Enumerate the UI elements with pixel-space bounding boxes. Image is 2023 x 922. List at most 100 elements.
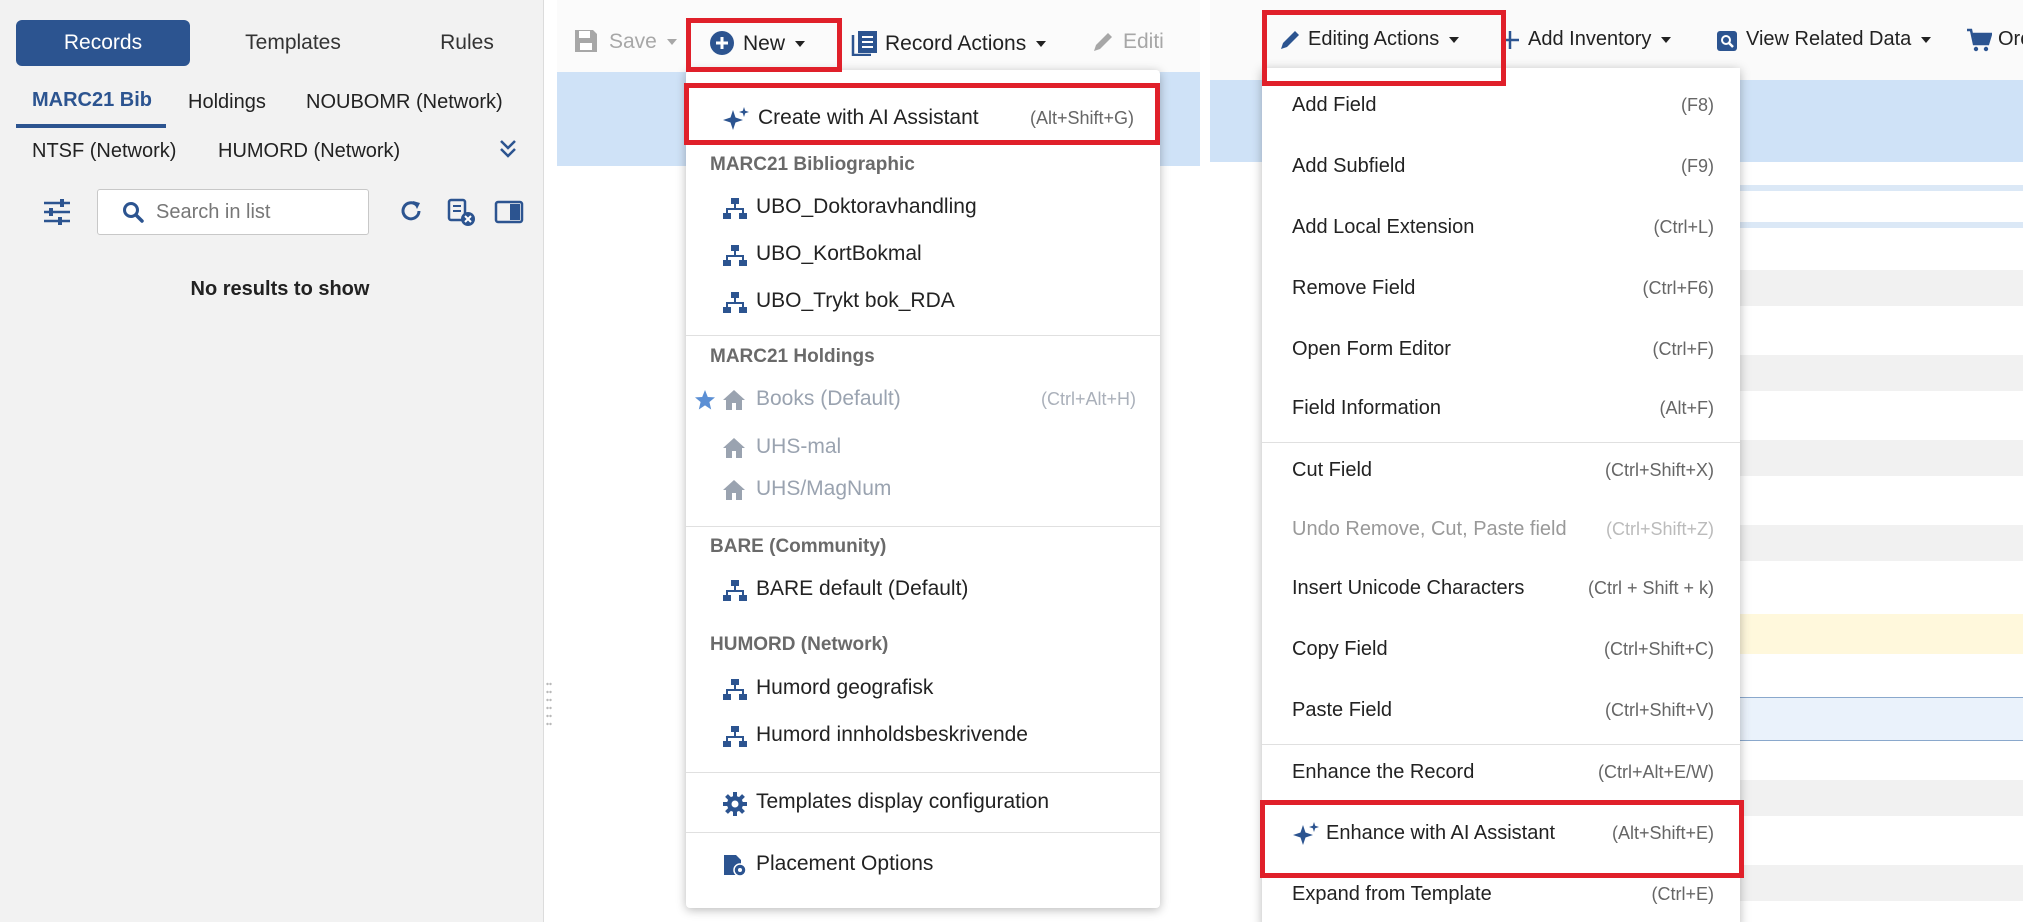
menu-item-template[interactable]: UBO_Trykt bok_RDA xyxy=(686,284,1160,318)
menu-item-label: Field Information xyxy=(1292,397,1441,419)
no-results-message: No results to show xyxy=(190,278,370,300)
template-label: UBO_Doktoravhandling xyxy=(756,195,977,218)
panel-toggle-icon[interactable] xyxy=(494,200,524,224)
house-icon xyxy=(722,389,746,411)
view-related-data-button[interactable]: View Related Data xyxy=(1716,28,1932,52)
template-label: Humord geografisk xyxy=(756,676,934,699)
menu-item-template[interactable]: UBO_KortBokmal xyxy=(686,237,1160,271)
menu-item-holdings-template[interactable]: UHS-mal xyxy=(686,430,1160,464)
highlight-new-button xyxy=(686,18,842,72)
right-screenshot: Editing Actions Add Inventory View Relat… xyxy=(1210,0,2023,922)
menu-item-add-local-extension[interactable]: Add Local Extension (Ctrl+L) xyxy=(1262,210,1740,244)
menu-item-paste-field[interactable]: Paste Field (Ctrl+Shift+V) xyxy=(1262,693,1740,727)
search-placeholder: Search in list xyxy=(156,201,271,223)
menu-item-shortcut: (F8) xyxy=(1681,95,1714,115)
hierarchy-icon xyxy=(722,725,748,749)
clear-list-icon[interactable] xyxy=(446,197,476,227)
menu-item-insert-unicode[interactable]: Insert Unicode Characters (Ctrl + Shift … xyxy=(1262,571,1740,605)
menu-divider xyxy=(686,526,1160,527)
menu-item-template[interactable]: Humord innholdsbeskrivende xyxy=(686,718,1160,752)
holdings-template-label: Books (Default) xyxy=(756,387,901,410)
menu-item-undo-remove[interactable]: Undo Remove, Cut, Paste field (Ctrl+Shif… xyxy=(1262,512,1740,546)
menu-group-humord: HUMORD (Network) xyxy=(710,634,889,655)
menu-item-add-field[interactable]: Add Field (F8) xyxy=(1262,88,1740,122)
menu-item-label: Expand from Template xyxy=(1292,883,1492,905)
template-label: UBO_KortBokmal xyxy=(756,242,922,265)
menu-item-label: Cut Field xyxy=(1292,459,1373,481)
refresh-icon[interactable] xyxy=(398,198,424,224)
gear-icon xyxy=(722,791,748,817)
editor-row xyxy=(1730,270,2023,306)
highlight-editing-actions xyxy=(1262,10,1506,86)
menu-item-holdings-template[interactable]: Books (Default) (Ctrl+Alt+H) xyxy=(686,382,1160,416)
menu-group-bare: BARE (Community) xyxy=(710,536,887,557)
records-sidebar: Records Templates Rules MARC21 Bib Holdi… xyxy=(0,0,544,922)
menu-item-template[interactable]: BARE default (Default) xyxy=(686,572,1160,606)
save-label: Save xyxy=(609,30,657,53)
filter-sliders-icon[interactable] xyxy=(42,198,72,226)
menu-item-add-subfield[interactable]: Add Subfield (F9) xyxy=(1262,149,1740,183)
menu-item-shortcut: (Ctrl+F) xyxy=(1652,339,1715,359)
menu-item-shortcut: (Ctrl+L) xyxy=(1653,217,1714,237)
save-button[interactable]: Save xyxy=(573,30,677,54)
highlight-enhance-with-ai xyxy=(1260,800,1744,878)
template-label: UBO_Trykt bok_RDA xyxy=(756,289,955,312)
record-actions-label: Record Actions xyxy=(885,32,1027,55)
menu-item-enhance-record[interactable]: Enhance the Record (Ctrl+Alt+E/W) xyxy=(1262,755,1740,789)
menu-item-shortcut: (Ctrl+E) xyxy=(1651,884,1715,904)
templates-display-config-label: Templates display configuration xyxy=(756,790,1049,813)
search-input[interactable]: Search in list xyxy=(97,189,369,235)
editor-row xyxy=(1730,865,2023,901)
placement-options-label: Placement Options xyxy=(756,852,934,875)
record-actions-button[interactable]: Record Actions xyxy=(851,31,1047,56)
tab-templates[interactable]: Templates xyxy=(206,20,380,66)
template-label: Humord innholdsbeskrivende xyxy=(756,723,1028,746)
editing-label-partial: Editi xyxy=(1123,30,1164,53)
subtab-marc21-bib[interactable]: MARC21 Bib xyxy=(32,89,152,112)
menu-group-marc21-holdings: MARC21 Holdings xyxy=(710,346,875,367)
menu-item-label: Remove Field xyxy=(1292,277,1416,299)
menu-item-template[interactable]: Humord geografisk xyxy=(686,671,1160,705)
menu-item-shortcut: (Ctrl+F6) xyxy=(1642,278,1715,298)
menu-item-label: Copy Field xyxy=(1292,638,1388,660)
holdings-template-label: UHS-mal xyxy=(756,435,842,458)
menu-item-holdings-template[interactable]: UHS/MagNum xyxy=(686,472,1160,506)
splitter-handle[interactable] xyxy=(546,680,552,732)
menu-item-label: Enhance the Record xyxy=(1292,761,1475,783)
menu-item-cut-field[interactable]: Cut Field (Ctrl+Shift+X) xyxy=(1262,453,1740,487)
menu-item-label: Open Form Editor xyxy=(1292,338,1451,360)
search-icon xyxy=(122,201,144,223)
menu-item-placement-options[interactable]: Placement Options xyxy=(686,847,1160,881)
double-chevron-down-icon[interactable] xyxy=(498,138,518,160)
editor-row-highlighted xyxy=(1740,614,2023,654)
menu-item-template[interactable]: UBO_Doktoravhandling xyxy=(686,190,1160,224)
hierarchy-icon xyxy=(722,678,748,702)
editor-row xyxy=(1730,780,2023,816)
subtab-ntsf[interactable]: NTSF (Network) xyxy=(32,140,176,163)
menu-item-copy-field[interactable]: Copy Field (Ctrl+Shift+C) xyxy=(1262,632,1740,666)
add-inventory-button[interactable]: Add Inventory xyxy=(1500,28,1672,51)
tab-records[interactable]: Records xyxy=(16,20,190,66)
menu-item-remove-field[interactable]: Remove Field (Ctrl+F6) xyxy=(1262,271,1740,305)
menu-item-templates-display-config[interactable]: Templates display configuration xyxy=(686,785,1160,819)
hierarchy-icon xyxy=(722,579,748,603)
order-button-partial[interactable]: Orc xyxy=(1966,28,2023,52)
subtab-humord[interactable]: HUMORD (Network) xyxy=(218,140,400,163)
menu-item-label: Undo Remove, Cut, Paste field xyxy=(1292,518,1567,540)
editing-actions-button-partial[interactable]: Editi xyxy=(1091,30,1164,54)
holdings-template-shortcut: (Ctrl+Alt+H) xyxy=(1040,389,1136,409)
view-related-icon xyxy=(1716,30,1738,52)
order-label-partial: Orc xyxy=(1998,28,2023,50)
cart-icon xyxy=(1966,28,1992,52)
editor-row-selected xyxy=(1740,697,2023,741)
subtab-noubomr[interactable]: NOUBOMR (Network) xyxy=(306,91,503,114)
menu-item-shortcut: (Alt+F) xyxy=(1659,398,1714,418)
menu-item-open-form-editor[interactable]: Open Form Editor (Ctrl+F) xyxy=(1262,332,1740,366)
subtab-holdings[interactable]: Holdings xyxy=(188,91,266,114)
tab-rules[interactable]: Rules xyxy=(382,20,552,66)
hierarchy-icon xyxy=(722,291,748,315)
menu-item-field-information[interactable]: Field Information (Alt+F) xyxy=(1262,391,1740,425)
menu-item-shortcut: (Ctrl+Shift+V) xyxy=(1604,700,1714,720)
holdings-template-label: UHS/MagNum xyxy=(756,477,892,500)
menu-item-expand-from-template[interactable]: Expand from Template (Ctrl+E) xyxy=(1262,877,1740,911)
